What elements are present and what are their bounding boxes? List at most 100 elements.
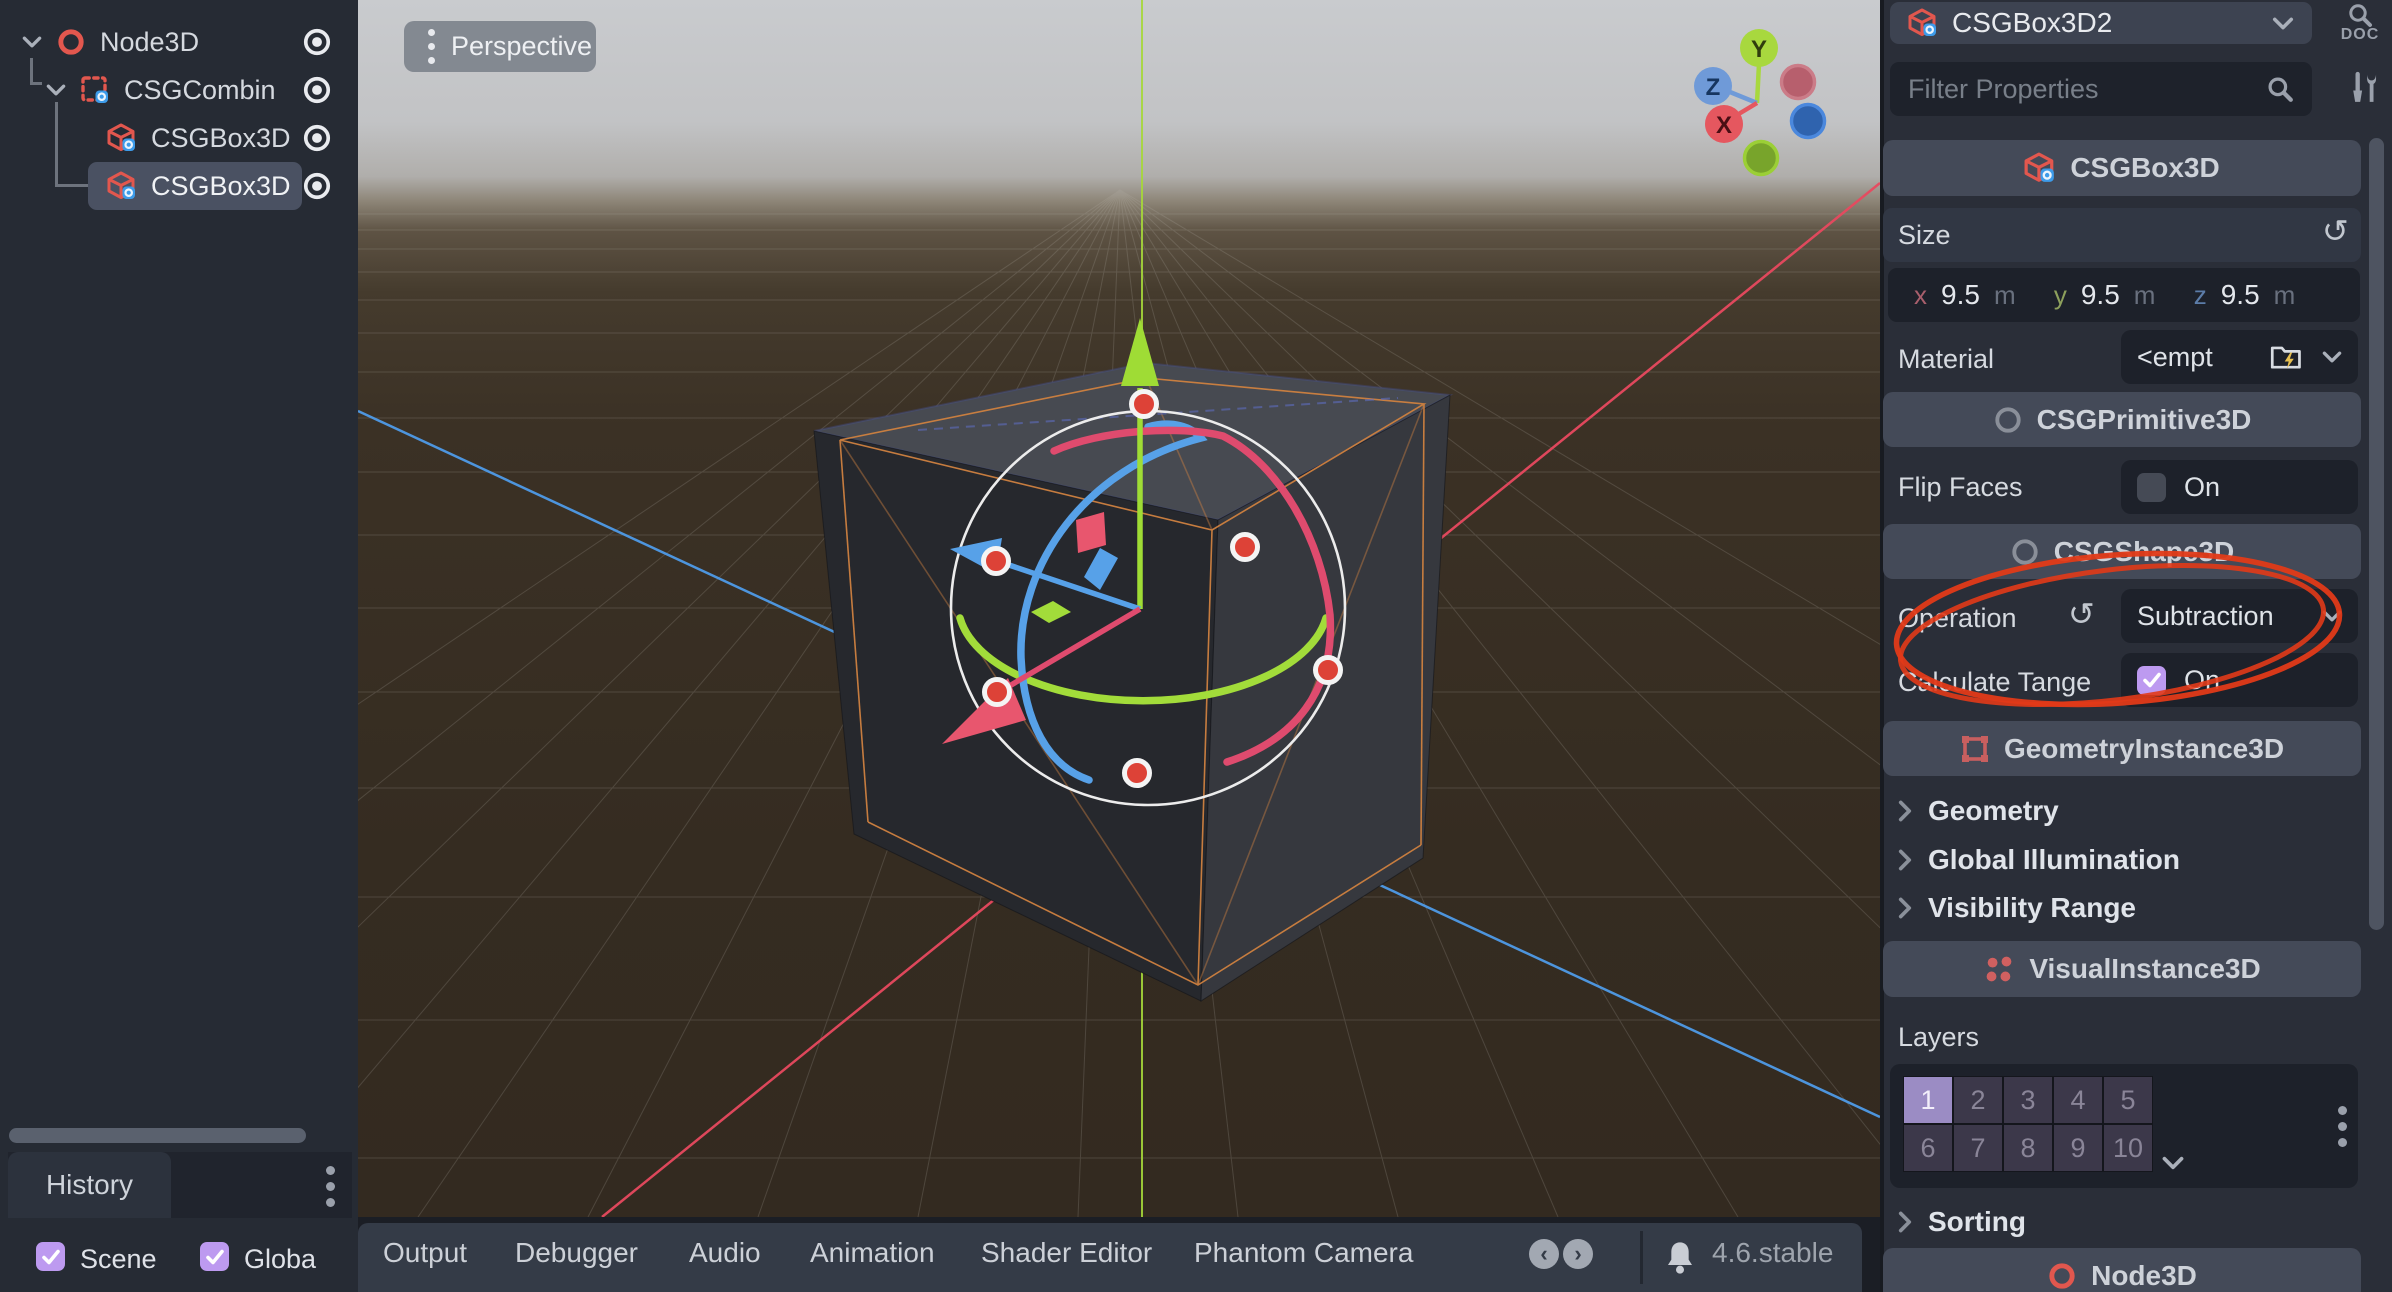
tree-connector [30, 58, 33, 84]
group-visibility-range[interactable]: Visibility Range [1898, 892, 2136, 924]
material-value: <empt [2137, 342, 2252, 373]
inspector-tools-icon[interactable] [2342, 66, 2386, 110]
category-csgshape3d[interactable]: CSGShape3D [1883, 524, 2361, 579]
inspector-scrollbar[interactable] [2369, 138, 2384, 930]
global-checkbox[interactable] [200, 1242, 229, 1271]
version-label[interactable]: 4.6.stable [1712, 1237, 1833, 1269]
layer-cell-4[interactable]: 4 [2053, 1076, 2103, 1124]
perspective-menu-button[interactable]: Perspective [404, 21, 596, 72]
flip-faces-checkbox[interactable] [2137, 473, 2166, 502]
layer-cell-2[interactable]: 2 [1953, 1076, 2003, 1124]
tree-connector [30, 82, 42, 85]
global-checkbox-label: Globa [244, 1244, 316, 1275]
revert-icon[interactable]: ↺ [2068, 598, 2095, 630]
inspector-node-selector[interactable]: CSGBox3D2 [1890, 2, 2312, 44]
layer-cell-9[interactable]: 9 [2053, 1124, 2103, 1172]
tab-audio[interactable]: Audio [689, 1237, 761, 1269]
layers-grid-box: 1 2 3 4 5 6 7 8 9 10 [1890, 1064, 2358, 1188]
tree-row-csgcombiner[interactable]: CSGCombin [0, 66, 352, 114]
layers-grid: 1 2 3 4 5 6 7 8 9 10 [1903, 1076, 2153, 1172]
visibility-eye-icon[interactable] [300, 171, 334, 201]
tree-row-csgbox3d[interactable]: CSGBox3D [0, 114, 352, 162]
operation-dropdown[interactable]: Subtraction [2121, 589, 2358, 643]
scene-checkbox[interactable] [36, 1242, 65, 1271]
tab-phantom-camera[interactable]: Phantom Camera [1194, 1237, 1413, 1269]
scene-checkbox-label: Scene [80, 1244, 157, 1275]
chevron-right-icon [1898, 800, 1912, 822]
category-label: CSGPrimitive3D [2037, 404, 2252, 436]
visibility-eye-icon[interactable] [300, 123, 334, 153]
layer-cell-7[interactable]: 7 [1953, 1124, 2003, 1172]
visibility-eye-icon[interactable] [300, 27, 334, 57]
tree-row-node3d[interactable]: Node3D [0, 18, 352, 66]
category-csgprimitive3d[interactable]: CSGPrimitive3D [1883, 392, 2361, 447]
layer-cell-6[interactable]: 6 [1903, 1124, 1953, 1172]
history-menu-icon[interactable] [326, 1166, 335, 1207]
calculate-tangents-on-label: On [2184, 665, 2220, 696]
calculate-tangents-value-box: On [2121, 653, 2358, 707]
viewport-3d-canvas[interactable]: Y Z X [358, 0, 1884, 1217]
size-y-value[interactable]: 9.5 [2081, 279, 2120, 311]
tree-item-label: Node3D [100, 27, 199, 58]
category-node3d[interactable]: Node3D [1883, 1248, 2361, 1292]
chevron-right-icon [1898, 1211, 1912, 1233]
tree-connector [55, 140, 58, 186]
collapse-chevron-icon[interactable] [46, 84, 66, 96]
layers-expand-chevron-icon[interactable] [2162, 1156, 2184, 1170]
category-csgbox3d[interactable]: CSGBox3D [1883, 140, 2361, 196]
collapse-chevron-icon[interactable] [22, 36, 42, 48]
visibility-eye-icon[interactable] [300, 75, 334, 105]
layers-menu-icon[interactable] [2338, 1106, 2347, 1147]
axis-x-label: x [1914, 280, 1927, 311]
size-y-unit: m [2134, 280, 2156, 311]
tab-output[interactable]: Output [383, 1237, 467, 1269]
chevron-down-icon [2272, 17, 2294, 30]
category-geometryinstance3d[interactable]: GeometryInstance3D [1883, 721, 2361, 776]
axis-neg-x-ball[interactable] [1782, 66, 1815, 99]
operation-value: Subtraction [2137, 601, 2304, 632]
category-label: GeometryInstance3D [2004, 733, 2284, 765]
tab-history[interactable]: History [8, 1152, 171, 1218]
filter-properties-input[interactable] [1908, 74, 2266, 105]
layer-cell-3[interactable]: 3 [2003, 1076, 2053, 1124]
flip-faces-value-box: On [2121, 460, 2358, 514]
operation-label: Operation [1898, 603, 2017, 634]
expand-right-icon[interactable]: › [1563, 1239, 1593, 1269]
chevron-down-icon [2322, 610, 2342, 622]
group-geometry[interactable]: Geometry [1898, 795, 2059, 827]
size-x-unit: m [1994, 280, 2016, 311]
layer-cell-5[interactable]: 5 [2103, 1076, 2153, 1124]
tab-animation[interactable]: Animation [810, 1237, 935, 1269]
chevron-down-icon[interactable] [2322, 351, 2342, 363]
node3d-icon [2047, 1261, 2077, 1291]
open-documentation-button[interactable]: DOC [2330, 2, 2390, 48]
tab-shader-editor[interactable]: Shader Editor [981, 1237, 1152, 1269]
layer-cell-10[interactable]: 10 [2103, 1124, 2153, 1172]
axis-neg-y-ball[interactable] [1745, 142, 1778, 175]
category-visualinstance3d[interactable]: VisualInstance3D [1883, 941, 2361, 997]
axis-neg-z-ball[interactable] [1792, 105, 1825, 138]
layer-cell-1[interactable]: 1 [1903, 1076, 1953, 1124]
layers-label: Layers [1898, 1022, 1979, 1053]
group-global-illumination[interactable]: Global Illumination [1898, 844, 2180, 876]
size-x-value[interactable]: 9.5 [1941, 279, 1980, 311]
layer-cell-8[interactable]: 8 [2003, 1124, 2053, 1172]
tree-item-label: CSGCombin [124, 75, 276, 106]
axis-x-label: X [1716, 112, 1732, 139]
quick-load-folder-icon[interactable] [2270, 342, 2304, 372]
expand-left-icon[interactable]: ‹ [1529, 1239, 1559, 1269]
notification-bell-icon[interactable] [1664, 1239, 1696, 1275]
tree-row-csgbox3d-selected[interactable]: CSGBox3D [0, 162, 352, 210]
group-sorting[interactable]: Sorting [1898, 1206, 2026, 1238]
size-z-value[interactable]: 9.5 [2221, 279, 2260, 311]
horizontal-scrollbar[interactable] [9, 1128, 306, 1143]
tab-debugger[interactable]: Debugger [515, 1237, 638, 1269]
calculate-tangents-checkbox[interactable] [2137, 666, 2166, 695]
revert-icon[interactable]: ↺ [2322, 215, 2349, 247]
size-vector-fields[interactable]: x 9.5 m y 9.5 m z 9.5 m [1888, 268, 2360, 322]
group-label: Sorting [1928, 1206, 2026, 1238]
material-value-box[interactable]: <empt [2121, 330, 2358, 384]
csg-primitive-icon [1993, 405, 2023, 435]
history-tab-label: History [46, 1169, 133, 1201]
perspective-label: Perspective [451, 31, 592, 62]
